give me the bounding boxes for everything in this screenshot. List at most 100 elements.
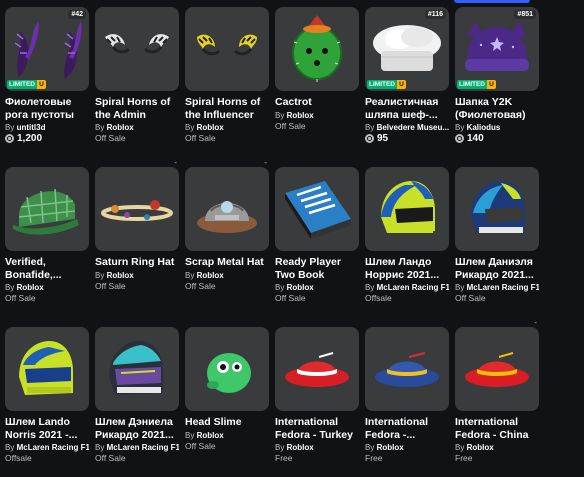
item-thumbnail[interactable] [275, 167, 359, 251]
item-thumbnail[interactable] [275, 7, 359, 91]
item-name[interactable]: Шапка Y2K (Фиолетовая) [455, 96, 539, 121]
purple-horns-image [14, 21, 82, 79]
creator-link[interactable]: McLaren Racing F1 [107, 443, 179, 452]
creator-link[interactable]: McLaren Racing F1 [17, 443, 89, 452]
robux-icon [365, 134, 374, 143]
item-name[interactable]: Cactrot [275, 96, 359, 109]
item-thumbnail[interactable] [185, 167, 269, 251]
item-card[interactable]: Spiral Horns of the Admin By Roblox Off … [95, 7, 179, 167]
item-price: Off Sale [275, 293, 306, 303]
gold-spiral-horns-image [197, 34, 257, 56]
item-name[interactable]: Spiral Horns of the Influencer [185, 96, 269, 121]
item-card[interactable]: Шлем Ландо Норрис 2021... By McLaren Rac… [365, 167, 449, 327]
creator-link[interactable]: Roblox [287, 111, 314, 120]
item-creator: By Belvedere Museu... [365, 123, 449, 132]
creator-link[interactable]: Roblox [287, 443, 314, 452]
item-thumbnail[interactable] [365, 167, 449, 251]
item-name[interactable]: Saturn Ring Hat [95, 256, 179, 269]
item-card[interactable]: Шлем Дэниела Рикардо 2021... By McLaren … [95, 327, 179, 477]
creator-link[interactable]: McLaren Racing F1 [377, 283, 449, 292]
limited-unique-badge: LIMITED U [7, 80, 46, 89]
item-name[interactable]: International Fedora - China [455, 416, 539, 441]
item-price: Off Sale [185, 280, 216, 291]
item-creator: By Roblox [185, 123, 224, 132]
item-name[interactable]: Verified, Bonafide,... [5, 256, 89, 281]
item-thumbnail[interactable] [5, 327, 89, 411]
creator-link[interactable]: McLaren Racing F1 [467, 283, 539, 292]
item-card[interactable]: #42 LIMITED U Фиолетовые рога пустоты By… [5, 7, 89, 167]
item-card[interactable]: #116 LIMITED U Реалистичная шляпа шеф-..… [365, 7, 449, 167]
item-thumbnail[interactable]: #116 LIMITED U [365, 7, 449, 91]
item-thumbnail[interactable] [185, 7, 269, 91]
item-name[interactable]: Фиолетовые рога пустоты [5, 96, 89, 121]
item-thumbnail[interactable]: #42 LIMITED U [5, 7, 89, 91]
purple-y2k-hat-image [465, 21, 529, 71]
item-price: Off Sale [275, 120, 306, 131]
item-thumbnail[interactable] [455, 327, 539, 411]
item-card[interactable]: Ready Player Two Book By Roblox Off Sale [275, 167, 359, 327]
item-card[interactable]: International Fedora - Turkey By Roblox … [275, 327, 359, 477]
item-creator: By Roblox [275, 283, 314, 292]
item-thumbnail[interactable] [185, 327, 269, 411]
item-thumbnail[interactable] [95, 327, 179, 411]
item-creator: By McLaren Racing F1 [5, 443, 89, 452]
item-name[interactable]: Шлем Lando Norris 2021 -... [5, 416, 89, 441]
serial-badge: #851 [514, 10, 536, 19]
fedora-china-image [465, 352, 529, 387]
creator-link[interactable]: Roblox [377, 443, 404, 452]
item-card[interactable]: #851 LIMITED U Шапка Y2K (Фиолетовая) By… [455, 7, 539, 167]
item-name[interactable]: Шлем Ландо Норрис 2021... [365, 256, 449, 281]
item-price: Free [455, 453, 473, 463]
creator-link[interactable]: Roblox [17, 283, 44, 292]
creator-link[interactable]: Belvedere Museu... [377, 123, 449, 132]
item-card[interactable]: Scrap Metal Hat By Roblox Off Sale [185, 167, 269, 327]
item-thumbnail[interactable] [95, 167, 179, 251]
scrap-metal-hat-image [197, 201, 257, 233]
item-price: Free [275, 453, 293, 463]
daniel-helmet-image [109, 341, 163, 395]
creator-link[interactable]: Roblox [197, 271, 224, 280]
item-name[interactable]: International Fedora - Turkey [275, 416, 359, 441]
item-thumbnail[interactable] [365, 327, 449, 411]
creator-link[interactable]: Roblox [197, 431, 224, 440]
item-card[interactable]: Cactrot By Roblox Off Sale [275, 7, 359, 167]
item-creator: By McLaren Racing F1 [365, 283, 449, 292]
creator-link[interactable]: Roblox [107, 123, 134, 132]
item-card[interactable]: International Fedora -... By Roblox Free [365, 327, 449, 477]
item-card[interactable]: Verified, Bonafide,... By Roblox Off Sal… [5, 167, 89, 327]
daniel-helmet-image [471, 181, 525, 233]
item-card[interactable]: Head Slime By Roblox Off Sale [185, 327, 269, 477]
item-creator: By untitl3d [5, 123, 46, 132]
item-card[interactable]: Saturn Ring Hat By Roblox Off Sale [95, 167, 179, 327]
item-name[interactable]: Шлем Дэниела Рикардо 2021... [95, 416, 179, 441]
item-thumbnail[interactable] [5, 167, 89, 251]
creator-link[interactable]: Roblox [467, 443, 494, 452]
fedora-turkey-image [285, 352, 349, 387]
item-price: Offsale [5, 453, 32, 463]
creator-link[interactable]: Kaliodus [467, 123, 501, 132]
item-name[interactable]: Реалистичная шляпа шеф-... [365, 96, 449, 121]
item-thumbnail[interactable] [455, 167, 539, 251]
item-card[interactable]: Шлем Lando Norris 2021 -... By McLaren R… [5, 327, 89, 477]
item-thumbnail[interactable] [95, 7, 179, 91]
item-name[interactable]: Spiral Horns of the Admin [95, 96, 179, 121]
item-thumbnail[interactable] [275, 327, 359, 411]
item-name[interactable]: International Fedora -... [365, 416, 449, 441]
creator-link[interactable]: Roblox [197, 123, 224, 132]
dash-mark: - [264, 158, 267, 167]
item-card[interactable]: Spiral Horns of the Influencer By Roblox… [185, 7, 269, 167]
creator-link[interactable]: Roblox [287, 283, 314, 292]
chef-hat-image [373, 25, 441, 71]
creator-link[interactable]: Roblox [107, 271, 134, 280]
creator-link[interactable]: untitl3d [17, 123, 46, 132]
item-card[interactable]: Шлем Даниэля Рикардо 2021... By McLaren … [455, 167, 539, 327]
item-thumbnail[interactable]: #851 LIMITED U [455, 7, 539, 91]
item-name[interactable]: Ready Player Two Book [275, 256, 359, 281]
item-name[interactable]: Шлем Даниэля Рикардо 2021... [455, 256, 539, 281]
item-price: 95 [365, 133, 449, 144]
item-name[interactable]: Head Slime [185, 416, 269, 429]
item-name[interactable]: Scrap Metal Hat [185, 256, 269, 269]
tab-indicator [454, 0, 530, 3]
limited-unique-badge: LIMITED U [367, 80, 406, 89]
item-card[interactable]: International Fedora - China By Roblox F… [455, 327, 539, 477]
